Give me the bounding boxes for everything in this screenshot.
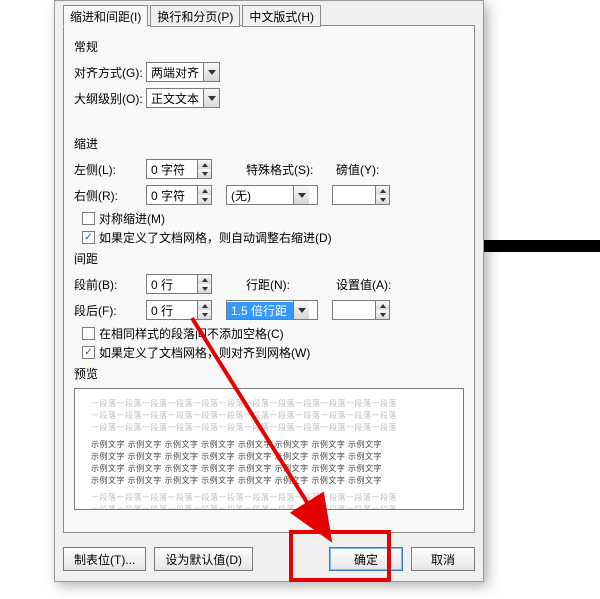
chevron-down-icon[interactable] <box>203 89 219 107</box>
alignment-combo[interactable]: 两端对齐 <box>146 62 220 82</box>
line-spacing-label: 行距(N): <box>246 276 306 293</box>
preview-box: 一段落一段落一段落一段落一段落一段落一段落一段落一段落一段落一段落一段落 一段落… <box>74 388 464 510</box>
tab-asian-layout[interactable]: 中文版式(H) <box>242 5 321 27</box>
space-before-spinner[interactable]: 0 行 <box>146 274 212 294</box>
special-format-label: 特殊格式(S): <box>246 161 318 178</box>
no-space-same-style-label: 在相同样式的段落间不添加空格(C) <box>99 325 284 342</box>
mirror-indent-label: 对称缩进(M) <box>99 210 165 227</box>
auto-adjust-right-label: 如果定义了文档网格，则自动调整右缩进(D) <box>99 229 332 246</box>
no-space-same-style-checkbox[interactable] <box>82 327 95 340</box>
by-value-label: 磅值(Y): <box>336 161 398 178</box>
at-value-spinner[interactable] <box>332 300 390 320</box>
outline-level-label: 大纲级别(O): <box>74 90 146 107</box>
alignment-label: 对齐方式(G): <box>74 64 146 81</box>
tab-strip: 缩进和间距(I) 换行和分页(P) 中文版式(H) <box>63 4 323 26</box>
outline-level-combo[interactable]: 正文文本 <box>146 88 220 108</box>
indent-right-spinner[interactable]: 0 字符 <box>146 185 212 205</box>
section-indent: 缩进 <box>74 135 464 152</box>
space-before-label: 段前(B): <box>74 276 146 293</box>
indent-right-label: 右侧(R): <box>74 187 146 204</box>
button-bar: 制表位(T)... 设为默认值(D) 确定 取消 <box>63 547 475 571</box>
chevron-down-icon[interactable] <box>203 63 219 81</box>
ok-button[interactable]: 确定 <box>329 547 403 571</box>
background-stripe <box>484 240 600 252</box>
space-after-spinner[interactable]: 0 行 <box>146 300 212 320</box>
auto-adjust-right-checkbox[interactable]: ✓ <box>82 231 95 244</box>
at-value-label: 设置值(A): <box>336 276 398 293</box>
section-preview: 预览 <box>74 365 464 382</box>
paragraph-dialog: 缩进和间距(I) 换行和分页(P) 中文版式(H) 常规 对齐方式(G): 两端… <box>54 0 484 582</box>
tab-panel: 常规 对齐方式(G): 两端对齐 大纲级别(O): 正文文本 缩进 左侧(L):… <box>63 25 475 533</box>
section-spacing: 间距 <box>74 250 464 267</box>
cancel-button[interactable]: 取消 <box>411 547 475 571</box>
snap-to-grid-label: 如果定义了文档网格，则对齐到网格(W) <box>99 344 310 361</box>
chevron-down-icon[interactable] <box>293 301 309 319</box>
section-general: 常规 <box>74 38 464 55</box>
mirror-indent-checkbox[interactable] <box>82 212 95 225</box>
snap-to-grid-checkbox[interactable]: ✓ <box>82 346 95 359</box>
line-spacing-combo[interactable]: 1.5 倍行距 <box>226 300 318 320</box>
tabs-button[interactable]: 制表位(T)... <box>63 547 146 571</box>
special-format-combo[interactable]: (无) <box>226 185 318 205</box>
indent-left-label: 左侧(L): <box>74 161 146 178</box>
set-default-button[interactable]: 设为默认值(D) <box>154 547 253 571</box>
tab-indent-spacing[interactable]: 缩进和间距(I) <box>63 5 148 27</box>
tab-line-page-breaks[interactable]: 换行和分页(P) <box>150 5 240 27</box>
indent-left-spinner[interactable]: 0 字符 <box>146 159 212 179</box>
by-value-spinner[interactable] <box>332 185 390 205</box>
space-after-label: 段后(F): <box>74 302 146 319</box>
chevron-down-icon[interactable] <box>293 186 309 204</box>
